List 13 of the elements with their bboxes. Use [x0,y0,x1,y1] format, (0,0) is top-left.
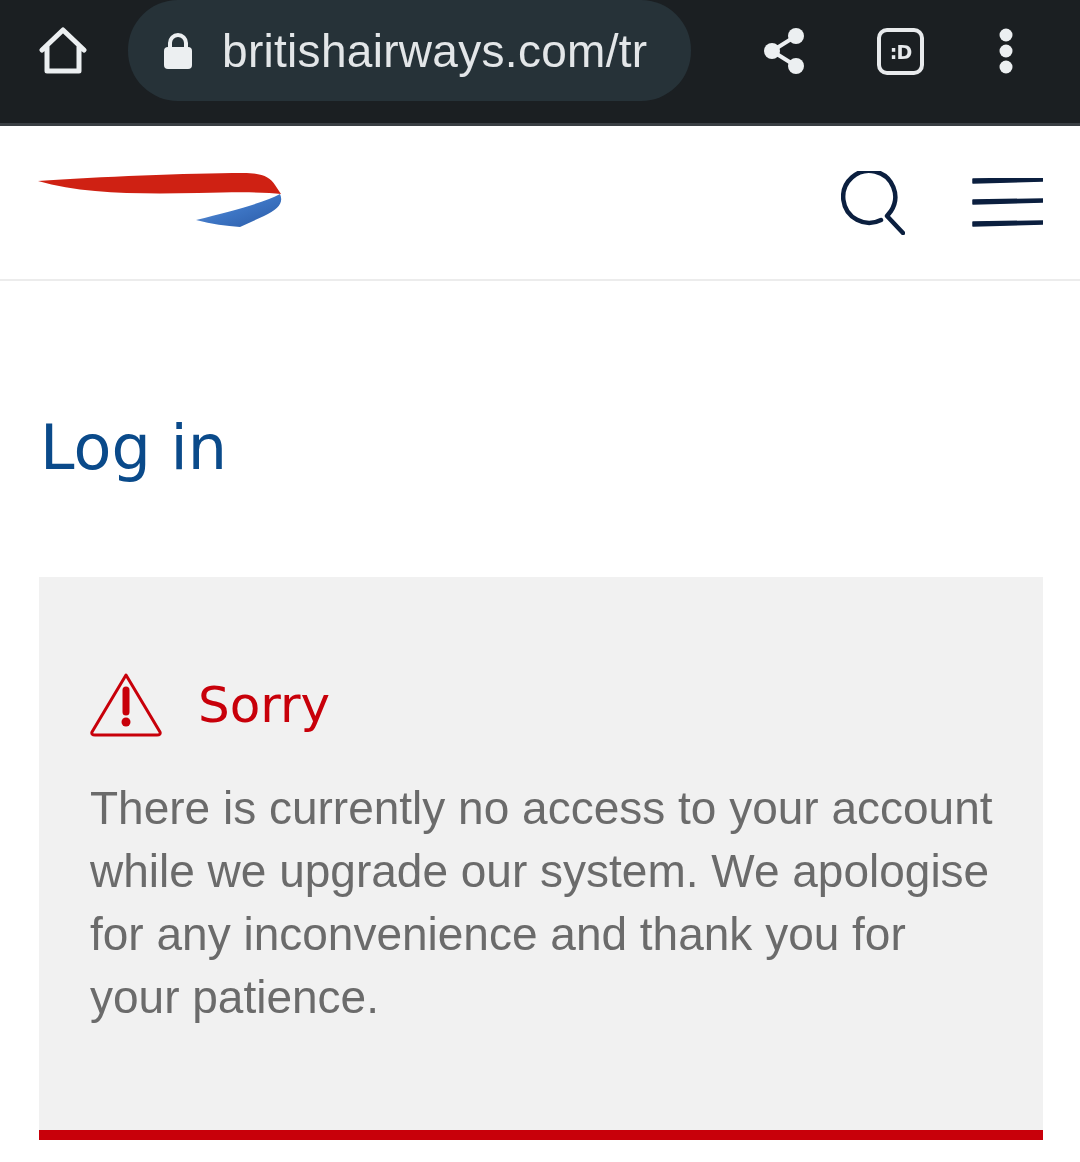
warning-icon [90,672,162,737]
address-bar[interactable]: britishairways.com/tr [128,0,691,101]
more-menu-icon[interactable] [999,28,1013,74]
share-icon[interactable] [763,28,805,74]
search-icon[interactable] [841,170,905,235]
alert-message: There is currently no access to your account while we upgrade our system. We apologise for any inconvenience and thank you for your patience. [90,781,994,1025]
home-icon[interactable] [38,27,88,75]
tab-switcher-button[interactable]: :D [877,28,924,75]
url-text: britishairways.com/tr [222,23,648,78]
lock-icon [164,32,192,69]
page-title: Log in [40,410,227,486]
menu-icon[interactable] [971,177,1043,228]
alert-title: Sorry [198,675,331,734]
